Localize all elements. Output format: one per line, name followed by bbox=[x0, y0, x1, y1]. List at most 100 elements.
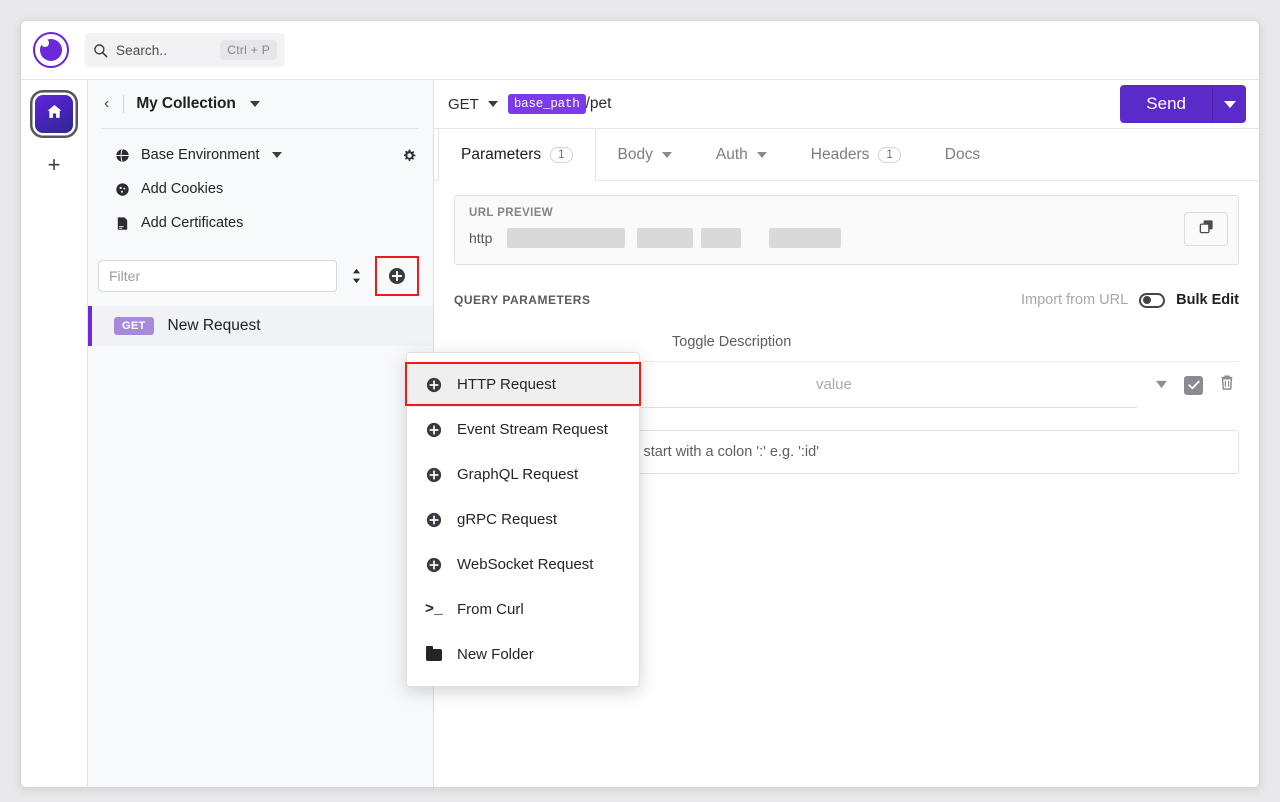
chevron-left-icon[interactable]: ‹ bbox=[102, 95, 111, 113]
sort-updown-icon[interactable] bbox=[347, 268, 365, 284]
menu-item-label: From Curl bbox=[457, 601, 524, 618]
add-request-button[interactable] bbox=[375, 256, 419, 296]
home-icon bbox=[46, 103, 63, 125]
redacted-block bbox=[701, 228, 741, 248]
activity-rail: + bbox=[21, 80, 88, 787]
tab-docs[interactable]: Docs bbox=[923, 129, 1002, 180]
search-placeholder: Search.. bbox=[116, 42, 168, 58]
chevron-down-icon[interactable] bbox=[1155, 376, 1168, 394]
chevron-down-icon bbox=[1223, 100, 1236, 108]
import-from-url-button[interactable]: Import from URL bbox=[1021, 292, 1128, 308]
tab-label: Auth bbox=[715, 145, 748, 163]
bulk-edit-toggle[interactable] bbox=[1139, 292, 1166, 308]
tab-label: Parameters bbox=[461, 145, 542, 163]
globe-icon bbox=[114, 148, 130, 163]
menu-item-event-stream-request[interactable]: Event Stream Request bbox=[407, 407, 639, 452]
url-preview-panel: URL PREVIEW http bbox=[454, 195, 1239, 265]
sidebar-item-add-certificates[interactable]: Add Certificates bbox=[88, 206, 433, 240]
menu-item-label: gRPC Request bbox=[457, 511, 558, 528]
query-parameters-label: QUERY PARAMETERS bbox=[454, 293, 591, 307]
redacted-block bbox=[637, 228, 693, 248]
menu-item-label: HTTP Request bbox=[457, 376, 556, 393]
terminal-icon: >_ bbox=[425, 601, 444, 618]
insomnia-window: Search.. Ctrl + P + ‹ My Collection Base… bbox=[20, 20, 1260, 788]
chevron-down-icon bbox=[756, 151, 767, 158]
sidebar-item-label: Add Certificates bbox=[141, 215, 244, 231]
tab-count: 1 bbox=[878, 146, 901, 163]
cookie-icon bbox=[114, 182, 130, 197]
chevron-down-icon bbox=[661, 151, 672, 158]
sidebar-item-label: Add Cookies bbox=[141, 181, 224, 197]
tab-label: Headers bbox=[810, 145, 870, 163]
url-bar: GET base_path /pet Send bbox=[434, 80, 1259, 129]
sidebar-item-label: Base Environment bbox=[141, 147, 260, 163]
create-request-menu: HTTP Request Event Stream Request GraphQ… bbox=[406, 352, 640, 687]
send-button[interactable]: Send bbox=[1120, 85, 1212, 123]
checkbox-checked-icon[interactable] bbox=[1184, 375, 1203, 395]
toggle-switch-icon bbox=[1142, 296, 1151, 304]
redacted-block bbox=[769, 228, 841, 248]
menu-item-graphql-request[interactable]: GraphQL Request bbox=[407, 452, 639, 497]
send-options-button[interactable] bbox=[1212, 85, 1246, 123]
chevron-down-icon bbox=[487, 101, 498, 107]
method-selector[interactable]: GET bbox=[448, 96, 508, 113]
plus-circle-icon bbox=[425, 377, 443, 393]
divider bbox=[123, 95, 125, 113]
param-value-input[interactable]: value bbox=[802, 362, 1137, 408]
menu-item-websocket-request[interactable]: WebSocket Request bbox=[407, 542, 639, 587]
menu-item-label: New Folder bbox=[457, 646, 534, 663]
plus-circle-icon bbox=[425, 512, 443, 528]
list-item[interactable]: GET New Request bbox=[88, 306, 433, 346]
sidebar-item-add-cookies[interactable]: Add Cookies bbox=[88, 172, 433, 206]
search-shortcut: Ctrl + P bbox=[220, 40, 277, 60]
menu-item-grpc-request[interactable]: gRPC Request bbox=[407, 497, 639, 542]
folder-icon bbox=[425, 645, 443, 661]
method-badge: GET bbox=[114, 317, 154, 335]
query-parameters-header: QUERY PARAMETERS Import from URL Bulk Ed… bbox=[454, 289, 1239, 311]
filter-row bbox=[88, 248, 433, 306]
tab-count: 1 bbox=[550, 146, 573, 163]
screen: Search.. Ctrl + P + ‹ My Collection Base… bbox=[0, 0, 1280, 802]
chevron-down-icon[interactable] bbox=[249, 101, 260, 107]
sidebar-item-base-environment[interactable]: Base Environment bbox=[88, 138, 433, 172]
copy-url-button[interactable] bbox=[1184, 212, 1228, 246]
sidebar-header: ‹ My Collection bbox=[88, 80, 433, 128]
tab-parameters[interactable]: Parameters 1 bbox=[438, 129, 596, 181]
toggle-description-button[interactable]: Toggle Description bbox=[454, 331, 1239, 353]
sidebar-links: Base Environment Add Cookies Add Certifi… bbox=[88, 129, 433, 248]
menu-item-label: GraphQL Request bbox=[457, 466, 579, 483]
copy-icon bbox=[1198, 218, 1215, 240]
url-input[interactable]: base_path /pet bbox=[507, 94, 1110, 114]
add-workspace-button[interactable]: + bbox=[38, 149, 70, 181]
sidebar: ‹ My Collection Base Environment Add Coo… bbox=[88, 80, 434, 787]
tab-body[interactable]: Body bbox=[596, 129, 694, 180]
collection-title[interactable]: My Collection bbox=[136, 95, 236, 113]
tab-headers[interactable]: Headers 1 bbox=[789, 129, 923, 180]
search-input[interactable]: Search.. Ctrl + P bbox=[85, 33, 285, 67]
menu-item-label: Event Stream Request bbox=[457, 421, 608, 438]
home-button[interactable] bbox=[35, 95, 73, 133]
tab-label: Body bbox=[617, 145, 653, 163]
chevron-down-icon[interactable] bbox=[272, 152, 283, 158]
plus-circle-icon bbox=[425, 467, 443, 483]
menu-item-from-curl[interactable]: >_ From Curl bbox=[407, 587, 639, 632]
url-preview-label: URL PREVIEW bbox=[469, 207, 554, 219]
insomnia-logo-icon bbox=[33, 32, 69, 68]
titlebar: Search.. Ctrl + P bbox=[21, 21, 1259, 80]
trash-icon[interactable] bbox=[1219, 374, 1235, 396]
bulk-edit-label[interactable]: Bulk Edit bbox=[1176, 292, 1239, 308]
tab-auth[interactable]: Auth bbox=[694, 129, 789, 180]
request-list: GET New Request bbox=[88, 306, 433, 787]
gear-icon[interactable] bbox=[402, 148, 417, 163]
menu-item-http-request[interactable]: HTTP Request bbox=[407, 362, 639, 407]
filter-input[interactable] bbox=[98, 260, 337, 292]
url-suffix: /pet bbox=[585, 95, 612, 112]
plus-circle-icon bbox=[425, 557, 443, 573]
template-tag-base-path[interactable]: base_path bbox=[507, 94, 586, 114]
url-preview-value: http bbox=[469, 228, 1224, 248]
menu-item-new-folder[interactable]: New Folder bbox=[407, 632, 639, 677]
plus-circle-icon bbox=[425, 422, 443, 438]
send-button-group: Send bbox=[1120, 85, 1246, 123]
redacted-block bbox=[507, 228, 625, 248]
certificate-icon bbox=[114, 216, 130, 231]
